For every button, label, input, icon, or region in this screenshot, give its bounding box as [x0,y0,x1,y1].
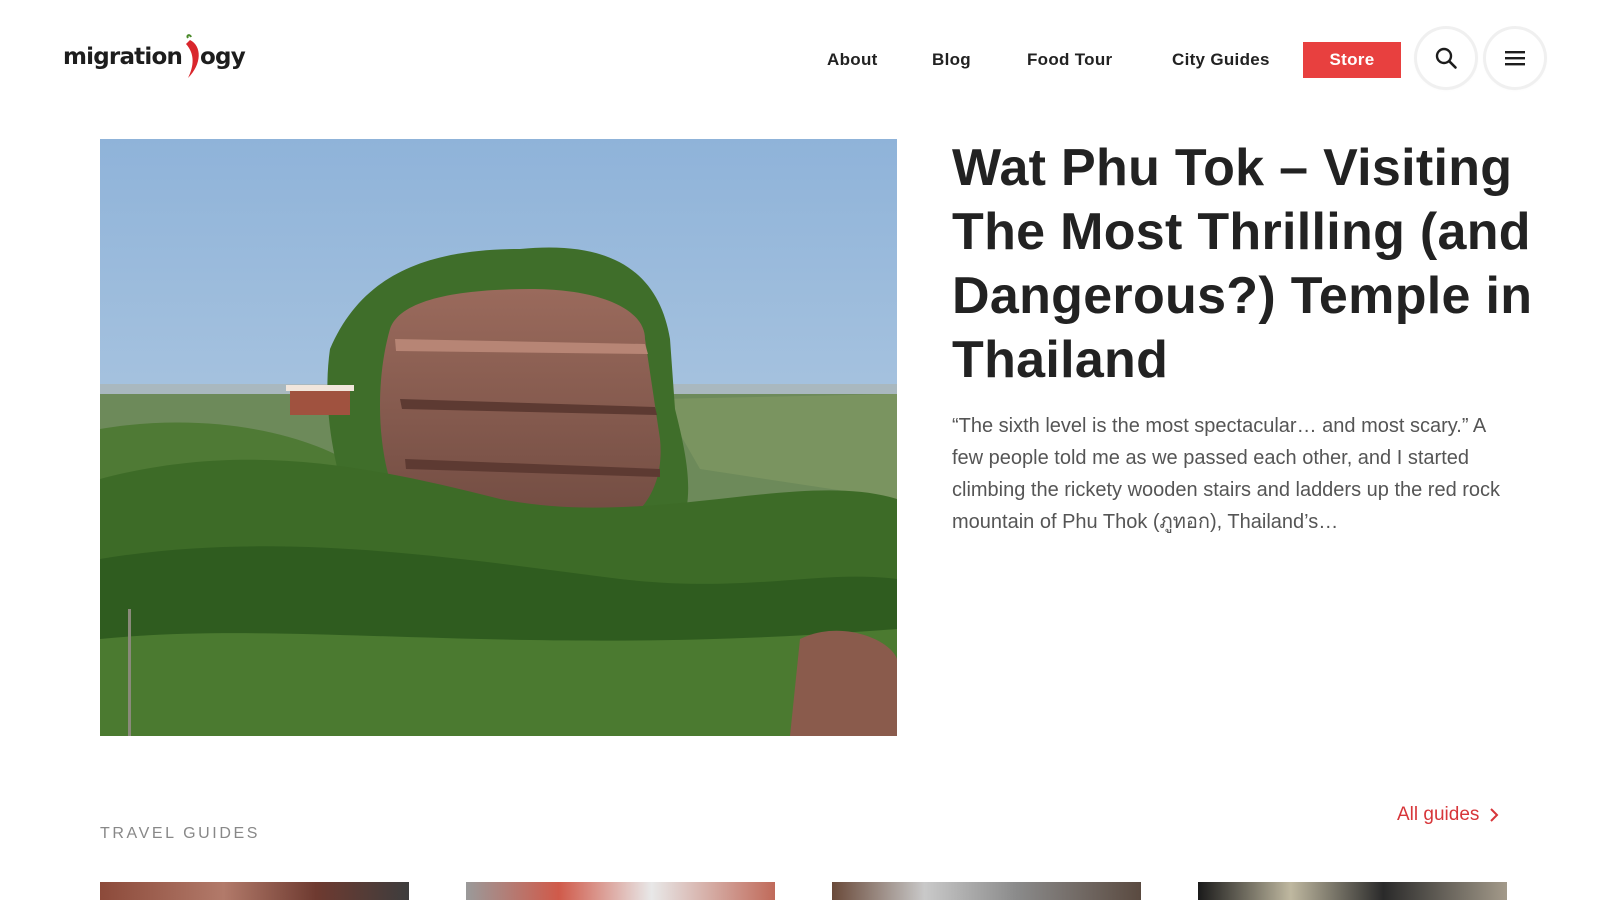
featured-image[interactable] [100,139,897,736]
all-guides-link[interactable]: All guides [1397,804,1499,826]
nav-blog[interactable]: Blog [932,42,971,78]
chevron-right-icon [1490,808,1499,822]
featured-title[interactable]: Wat Phu Tok – Visiting The Most Thrillin… [952,136,1562,392]
search-icon [1435,47,1457,69]
guide-thumbnail[interactable] [832,882,1141,900]
section-label-travel-guides: TRAVEL GUIDES [100,825,261,842]
guide-thumbnail[interactable] [1198,882,1507,900]
guide-thumbnail[interactable] [466,882,775,900]
all-guides-label: All guides [1397,804,1480,825]
menu-button[interactable] [1486,29,1544,87]
nav-city-guides[interactable]: City Guides [1172,42,1270,78]
search-button[interactable] [1417,29,1475,87]
guide-thumbnail[interactable] [100,882,409,900]
rock-mountain-temple-image [100,139,897,736]
main-nav: About Blog Food Tour City Guides Store [0,42,1600,78]
featured-excerpt: “The sixth level is the most spectacular… [952,415,1501,533]
store-button[interactable]: Store [1303,42,1401,78]
nav-about[interactable]: About [827,42,878,78]
hamburger-menu-icon [1505,51,1525,66]
nav-food-tour[interactable]: Food Tour [1027,42,1112,78]
